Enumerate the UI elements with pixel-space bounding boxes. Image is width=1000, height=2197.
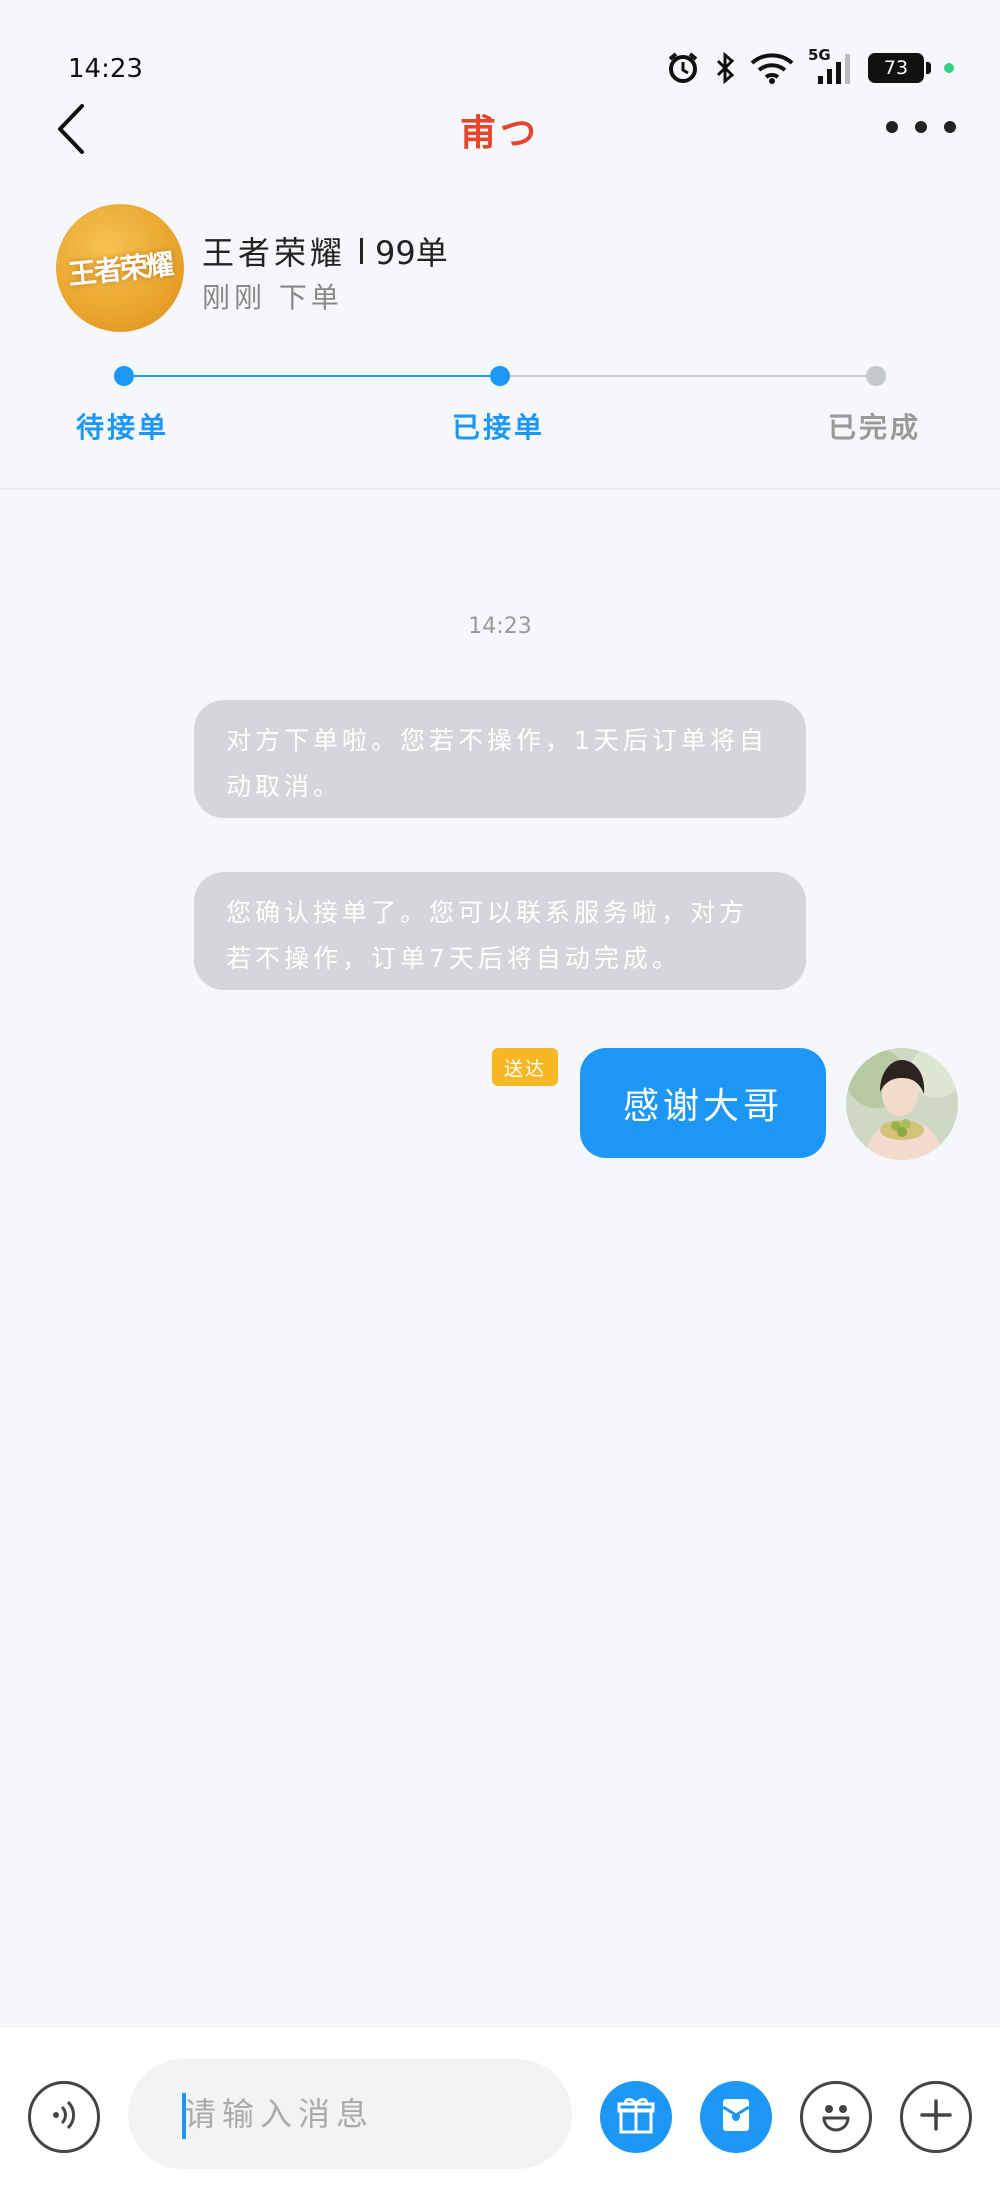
voice-button[interactable] bbox=[28, 2081, 100, 2153]
progress-dot-3 bbox=[866, 366, 886, 386]
text-caret bbox=[182, 2093, 186, 2139]
my-message-row: 送达 感谢大哥 bbox=[0, 1046, 1000, 1160]
avatar[interactable] bbox=[846, 1048, 958, 1160]
more-icon-dot bbox=[915, 121, 927, 133]
more-icon-dot bbox=[944, 121, 956, 133]
progress-dot-2 bbox=[490, 366, 510, 386]
system-message: 您确认接单了。您可以联系服务啦，对方若不操作，订单7天后将自动完成。 bbox=[194, 872, 806, 990]
plus-icon bbox=[916, 2095, 956, 2139]
nav-bar: 甫つ bbox=[0, 100, 1000, 158]
step-label-completed: 已完成 bbox=[828, 411, 922, 444]
progress-line-done bbox=[124, 375, 500, 377]
more-actions-button[interactable] bbox=[900, 2081, 972, 2153]
status-bar: 14:23 5G 73 bbox=[0, 0, 1000, 100]
wifi-icon bbox=[750, 52, 794, 84]
my-message-bubble[interactable]: 感谢大哥 bbox=[580, 1048, 826, 1158]
header-divider bbox=[0, 488, 1000, 490]
red-packet-icon bbox=[716, 2095, 756, 2139]
order-count: 99单 bbox=[375, 234, 448, 272]
gift-button[interactable] bbox=[600, 2081, 672, 2153]
more-button[interactable] bbox=[886, 112, 956, 142]
alarm-icon bbox=[666, 51, 700, 85]
status-icons: 5G 73 bbox=[666, 46, 954, 88]
status-time: 14:23 bbox=[68, 54, 143, 84]
game-logo-text: 王者荣耀 bbox=[66, 247, 174, 292]
chat-title: 甫つ bbox=[459, 113, 540, 154]
game-title-row: 王者荣耀 99单 bbox=[202, 228, 448, 274]
progress-dot-1 bbox=[114, 366, 134, 386]
chat-timestamp: 14:23 bbox=[468, 614, 532, 639]
message-input[interactable] bbox=[128, 2059, 572, 2169]
red-packet-button[interactable] bbox=[700, 2081, 772, 2153]
order-header[interactable]: 王者荣耀 王者荣耀 99单 刚刚 下单 待接单 已接单 已完成 bbox=[0, 160, 1000, 490]
battery-icon: 73 bbox=[868, 53, 931, 83]
game-logo: 王者荣耀 bbox=[56, 204, 184, 332]
system-message: 对方下单啦。您若不操作，1天后订单将自动取消。 bbox=[194, 700, 806, 818]
gift-icon bbox=[615, 2094, 657, 2140]
voice-icon bbox=[46, 2097, 82, 2137]
emoji-icon bbox=[812, 2091, 860, 2143]
order-time: 刚刚 下单 bbox=[202, 281, 343, 314]
input-bar bbox=[0, 2026, 1000, 2197]
delivered-badge: 送达 bbox=[492, 1048, 558, 1086]
progress-line-pending bbox=[500, 375, 876, 377]
step-label-accepted: 已接单 bbox=[452, 411, 546, 444]
more-icon-dot bbox=[886, 121, 898, 133]
title-divider bbox=[360, 238, 364, 264]
charging-dot bbox=[944, 63, 954, 73]
step-label-waiting: 待接单 bbox=[76, 411, 170, 444]
signal-icon: 5G bbox=[808, 46, 854, 86]
emoji-button[interactable] bbox=[800, 2081, 872, 2153]
game-name: 王者荣耀 bbox=[202, 234, 347, 272]
order-progress: 待接单 已接单 已完成 bbox=[0, 366, 1000, 446]
bluetooth-icon bbox=[714, 51, 736, 85]
